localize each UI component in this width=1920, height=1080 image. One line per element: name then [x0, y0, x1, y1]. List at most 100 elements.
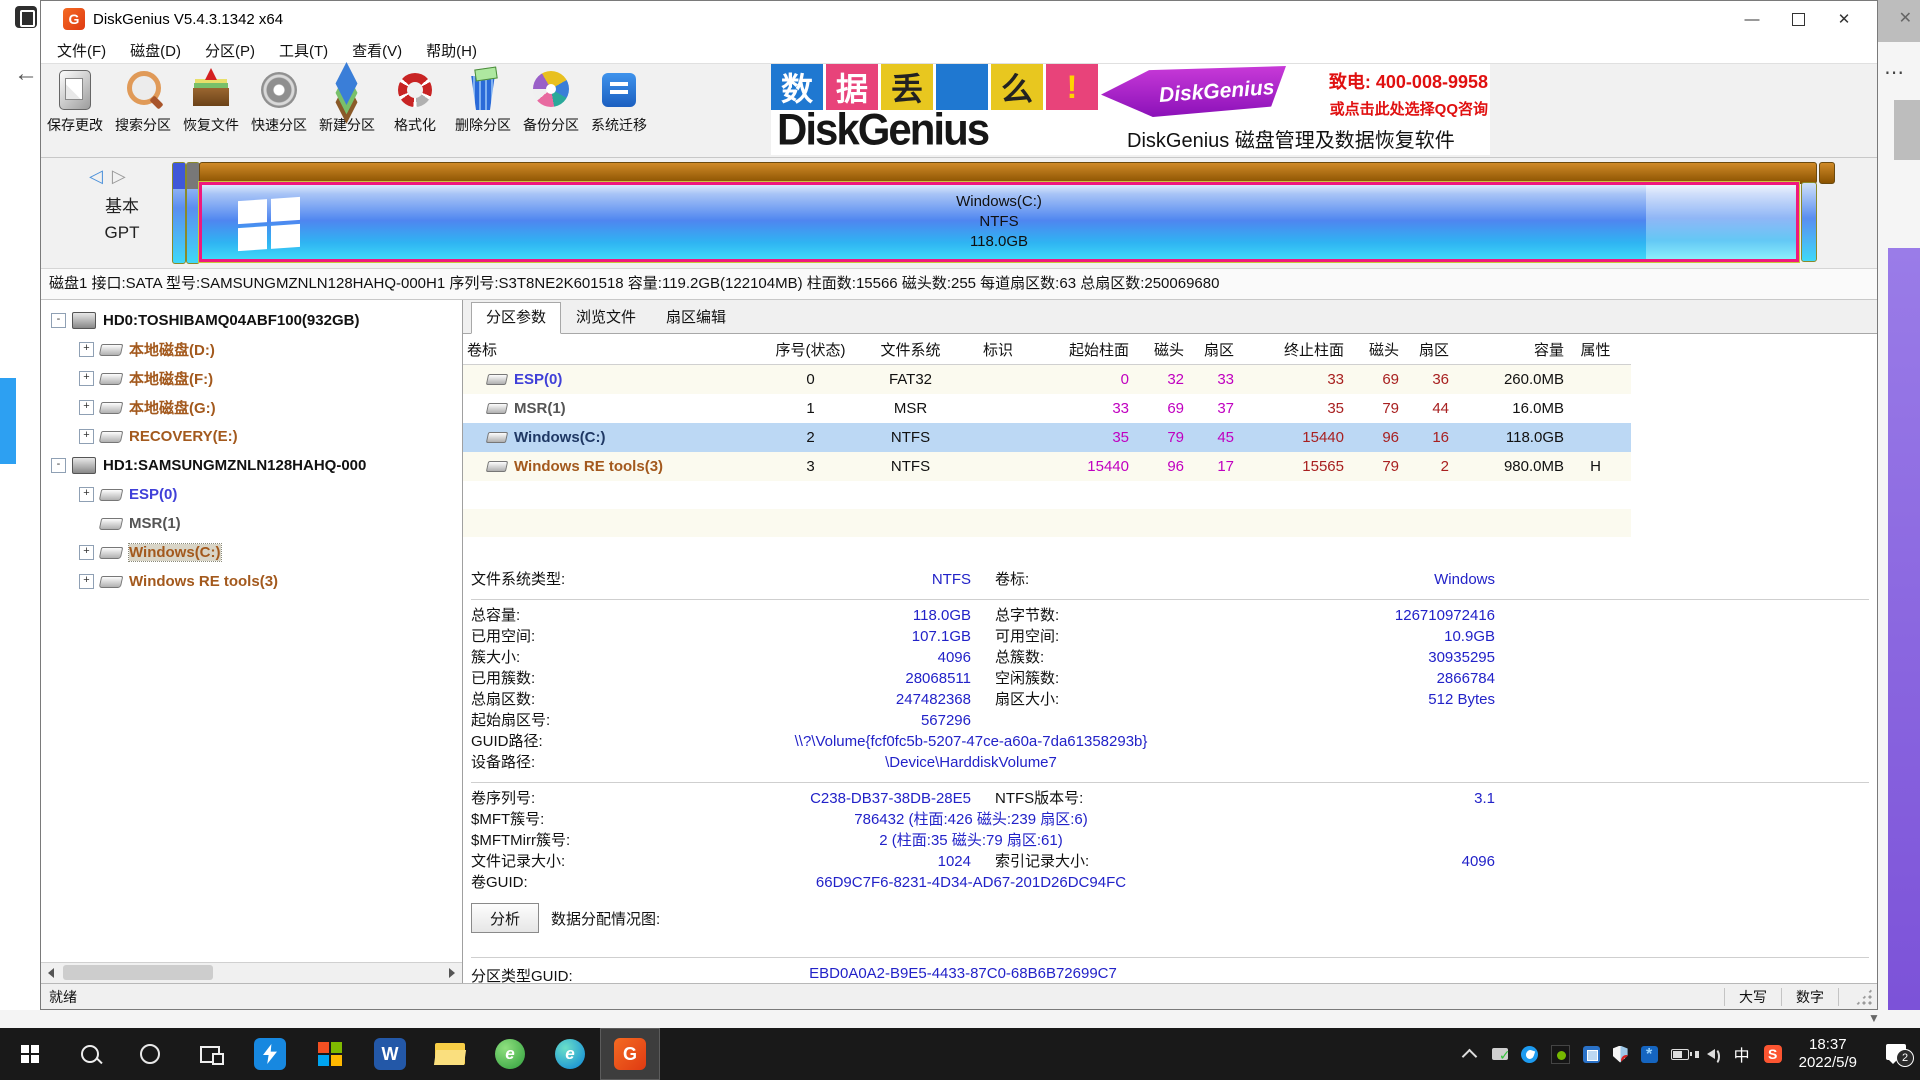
tray-intel-graphics-icon[interactable] [1583, 1046, 1600, 1063]
tree-expander-icon[interactable]: + [79, 371, 94, 386]
pinned-app-tiles[interactable] [300, 1028, 360, 1080]
desktop-strip: ▼ [0, 1010, 1920, 1028]
scroll-right-icon[interactable] [442, 963, 462, 982]
tray-volume-icon[interactable] [1702, 1045, 1720, 1063]
tray-nvidia-icon[interactable] [1551, 1045, 1570, 1064]
tree-item[interactable]: MSR(1) [41, 509, 462, 538]
resize-grip[interactable] [1855, 988, 1873, 1006]
windows-partition-bar[interactable]: Windows(C:) NTFS 118.0GB [199, 182, 1799, 262]
tree-expander-icon[interactable]: - [51, 313, 66, 328]
tab[interactable]: 浏览文件 [561, 303, 651, 333]
tray-security-shield-icon[interactable] [1613, 1046, 1628, 1063]
tree-expander-icon[interactable]: + [79, 429, 94, 444]
partition-row[interactable]: Windows(C:) 2 NTFS 35 79 45 15440 96 16 … [463, 423, 1631, 452]
start-button[interactable] [0, 1028, 60, 1080]
drive-icon [99, 547, 124, 559]
toolbar-icon [325, 68, 369, 112]
titlebar[interactable]: G DiskGenius V5.4.3.1342 x64 — ✕ [41, 1, 1877, 37]
scroll-left-icon[interactable] [41, 963, 61, 982]
taskbar-clock[interactable]: 18:37 2022/5/9 [1799, 1036, 1857, 1072]
background-more-icon[interactable]: ⋯ [1884, 60, 1904, 85]
back-arrow-icon[interactable]: ← [14, 60, 38, 88]
menu-item[interactable]: 工具(T) [267, 40, 340, 61]
file-explorer-button[interactable] [420, 1028, 480, 1080]
banner-qq-link[interactable]: 或点击此处选择QQ咨询 [1329, 98, 1488, 119]
msr-partition-bar[interactable] [186, 162, 200, 264]
menu-item[interactable]: 文件(F) [45, 40, 118, 61]
tab[interactable]: 分区参数 [471, 302, 561, 334]
detail-value: \Device\HarddiskVolume7 [671, 752, 1271, 773]
toolbar-button[interactable]: 备份分区 [517, 64, 585, 135]
tree-item-label: HD1:SAMSUNGMZNLN128HAHQ-000 [103, 457, 366, 474]
disk-header-bar[interactable] [199, 162, 1817, 184]
maximize-button[interactable] [1775, 4, 1821, 34]
background-close-icon[interactable]: ✕ [1899, 8, 1912, 28]
tree-item[interactable]: + ESP(0) [41, 480, 462, 509]
ad-banner[interactable]: 数据丢么! DiskGenius DiskGenius 致电: 400-008-… [771, 64, 1490, 155]
esp-partition-bar[interactable] [172, 162, 186, 264]
end-sector: 36 [1403, 371, 1453, 388]
next-disk-icon[interactable]: ▷ [112, 166, 126, 186]
minimize-button[interactable]: — [1729, 4, 1775, 34]
ime-indicator[interactable]: 中 [1733, 1045, 1751, 1063]
tree-expander-icon[interactable]: + [79, 487, 94, 502]
tree-expander-icon[interactable]: + [79, 400, 94, 415]
tree-expander-icon[interactable]: + [79, 545, 94, 560]
detail-label: NTFS版本号: [995, 788, 1195, 809]
toolbar-button[interactable]: 系统迁移 [585, 64, 653, 135]
toolbar-button[interactable]: 格式化 [381, 64, 449, 135]
pinned-app-lightning[interactable] [240, 1028, 300, 1080]
detail-row: 总容量: 118.0GB 总字节数: 126710972416 [463, 605, 1877, 626]
tray-printer-icon[interactable] [1492, 1048, 1508, 1060]
menu-item[interactable]: 磁盘(D) [118, 40, 193, 61]
tab[interactable]: 扇区编辑 [651, 303, 741, 333]
tray-sogou-icon[interactable]: S [1764, 1045, 1782, 1063]
toolbar-button[interactable]: 恢复文件 [177, 64, 245, 135]
pinned-app-word[interactable]: W [360, 1028, 420, 1080]
scrollbar-thumb[interactable] [63, 965, 213, 980]
taskbar-search-button[interactable] [60, 1028, 120, 1080]
end-sector: 44 [1403, 400, 1453, 417]
analyze-button[interactable]: 分析 [471, 903, 539, 933]
toolbar-button[interactable]: 快速分区 [245, 64, 313, 135]
tree-item[interactable]: + 本地磁盘(D:) [41, 335, 462, 364]
toolbar-button[interactable]: 保存更改 [41, 64, 109, 135]
tree-item[interactable]: - HD0:TOSHIBAMQ04ABF100(932GB) [41, 306, 462, 335]
tree-expander-icon[interactable]: - [51, 458, 66, 473]
tree-expander-icon[interactable]: + [79, 574, 94, 589]
tree-item[interactable]: - HD1:SAMSUNGMZNLN128HAHQ-000 [41, 451, 462, 480]
desktop-caret-icon[interactable]: ▼ [1868, 1011, 1880, 1025]
prev-disk-icon[interactable]: ◁ [89, 166, 103, 186]
re-tools-partition-bar[interactable] [1801, 182, 1817, 262]
tree-item[interactable]: + Windows(C:) [41, 538, 462, 567]
toolbar-button[interactable]: 删除分区 [449, 64, 517, 135]
pinned-app-360-browser[interactable]: e [480, 1028, 540, 1080]
capacity: 118.0GB [1453, 429, 1568, 446]
tray-battery-icon[interactable] [1671, 1045, 1689, 1063]
menu-item[interactable]: 查看(V) [340, 40, 414, 61]
notification-center-button[interactable]: 2 [1886, 1044, 1910, 1064]
menu-item[interactable]: 分区(P) [193, 40, 267, 61]
close-button[interactable]: ✕ [1821, 4, 1867, 34]
task-view-button[interactable] [180, 1028, 240, 1080]
tray-chevron-icon[interactable] [1461, 1045, 1479, 1063]
menu-item[interactable]: 帮助(H) [414, 40, 489, 61]
tree-item[interactable]: + RECOVERY(E:) [41, 422, 462, 451]
tray-messenger-icon[interactable] [1521, 1046, 1538, 1063]
tree-horizontal-scrollbar[interactable] [41, 962, 462, 983]
toolbar-button[interactable]: 新建分区 [313, 64, 381, 135]
tree-item[interactable]: + 本地磁盘(G:) [41, 393, 462, 422]
banner-brand-text: DiskGenius [777, 105, 988, 155]
partition-row[interactable]: ESP(0) 0 FAT32 0 32 33 33 69 36 260.0MB [463, 365, 1631, 394]
partition-row[interactable]: Windows RE tools(3) 3 NTFS 15440 96 17 1… [463, 452, 1631, 481]
detail-row [471, 590, 1869, 600]
tree-expander-icon[interactable]: + [79, 342, 94, 357]
tray-snowflake-icon[interactable]: * [1641, 1046, 1658, 1063]
toolbar-button[interactable]: 搜索分区 [109, 64, 177, 135]
tree-item[interactable]: + Windows RE tools(3) [41, 567, 462, 596]
pinned-app-edge[interactable]: e [540, 1028, 600, 1080]
diskgenius-taskbar-button[interactable]: G [600, 1028, 660, 1080]
tree-item[interactable]: + 本地磁盘(F:) [41, 364, 462, 393]
cortana-button[interactable] [120, 1028, 180, 1080]
partition-row[interactable]: MSR(1) 1 MSR 33 69 37 35 79 44 16.0MB [463, 394, 1631, 423]
